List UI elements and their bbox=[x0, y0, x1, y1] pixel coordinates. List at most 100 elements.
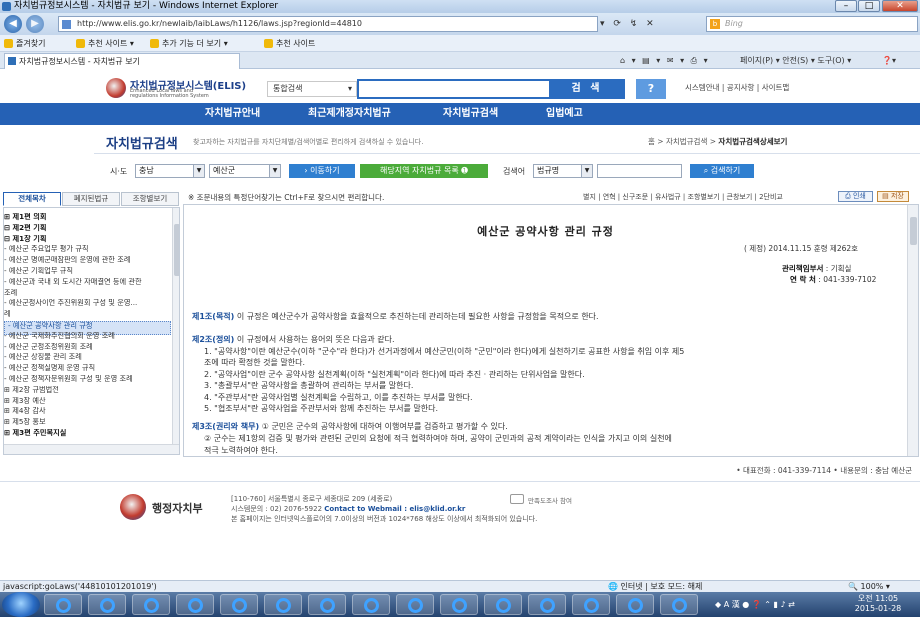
scroll-thumb[interactable] bbox=[910, 217, 917, 245]
save-button[interactable]: ▤ 저장 bbox=[877, 191, 909, 202]
taskbar-button[interactable] bbox=[616, 594, 654, 615]
tree-item[interactable]: ⊞ 제4장 감사 bbox=[4, 407, 171, 416]
help-icon[interactable]: ❓▾ bbox=[882, 52, 896, 69]
taskbar-button[interactable] bbox=[660, 594, 698, 615]
elis-logo[interactable]: 자치법규정보시스템(ELIS) Enhanced Local laws and … bbox=[106, 77, 266, 99]
document-line: 3. "총괄부서"란 공약사항을 총괄하여 관리하는 부서를 말한다. bbox=[204, 380, 916, 391]
fav-more-addons[interactable]: 추가 기능 더 보기 ▾ bbox=[150, 35, 228, 52]
tree-vertical-scrollbar[interactable] bbox=[172, 208, 179, 444]
forward-arrow-icon[interactable]: ▶ bbox=[26, 15, 44, 33]
tree-item[interactable]: 례 bbox=[4, 310, 171, 319]
tree-item[interactable]: - 예산군 국제화추진협의회 운영 조례 bbox=[4, 332, 171, 341]
taskbar-button[interactable] bbox=[572, 594, 610, 615]
sigungu-select[interactable]: 예산군 ▼ bbox=[209, 164, 281, 178]
back-arrow-icon[interactable]: ◀ bbox=[4, 15, 22, 33]
taskbar-button[interactable] bbox=[88, 594, 126, 615]
search-help-button[interactable]: ? bbox=[636, 79, 666, 99]
sido-select[interactable]: 충남 ▼ bbox=[135, 164, 205, 178]
tree-item[interactable]: - 예산군 정책실명제 운영 규칙 bbox=[4, 364, 171, 373]
fav-site-icon bbox=[264, 39, 273, 48]
taskbar-button[interactable] bbox=[220, 594, 258, 615]
keyword-input[interactable] bbox=[597, 164, 682, 178]
tab-repealed[interactable]: 폐지된법규 bbox=[62, 192, 120, 206]
tree-item[interactable]: - 예산군 주요업무 평가 규칙 bbox=[4, 245, 171, 254]
url-field[interactable]: http://www.elis.go.kr/newlaib/laibLaws/h… bbox=[58, 16, 598, 32]
doc-tool-links[interactable]: 별지 | 연혁 | 신구조문 | 유사법규 | 조항별보기 | 큰창보기 | 2… bbox=[583, 192, 783, 202]
taskbar-button[interactable] bbox=[264, 594, 302, 615]
clock[interactable]: 오전 11:05 2015-01-28 bbox=[838, 594, 918, 615]
tree-item[interactable]: - 예산군 정책자문위원회 구성 및 운영 조례 bbox=[4, 375, 171, 384]
keyword-field-select[interactable]: 법규명 ▼ bbox=[533, 164, 593, 178]
tree-item[interactable]: - 예산군정사이언 추진위원회 구성 및 운영... bbox=[4, 299, 171, 308]
chevron-down-icon: ▼ bbox=[269, 165, 280, 177]
contact-phone: 연 락 처 : 041-339-7102 bbox=[790, 274, 876, 285]
system-tray[interactable]: ◆ A 漢 ● ❓ ⌃ ▮ ♪ ⇄ bbox=[715, 594, 835, 615]
app-icon bbox=[56, 598, 71, 613]
region-list-button[interactable]: 해당지역 자치법규 목록 ➊ bbox=[360, 164, 488, 178]
webmail-link[interactable]: Contact to Webmail : elis@klid.or.kr bbox=[324, 505, 465, 513]
footer-browser-note: 본 홈페이지는 인터넷익스플로어의 7.0이상의 버전과 1024*768 해상… bbox=[231, 515, 538, 523]
tree-item[interactable]: - 예산군 기획업무 규칙 bbox=[4, 267, 171, 276]
tab-by-article[interactable]: 조항별보기 bbox=[121, 192, 179, 206]
nav-item-search[interactable]: 자치법규검색 bbox=[443, 103, 498, 125]
site-search-input[interactable] bbox=[357, 79, 549, 99]
nav-item-guide[interactable]: 자치법규안내 bbox=[205, 103, 260, 125]
url-text: http://www.elis.go.kr/newlaib/laibLaws/h… bbox=[77, 19, 362, 28]
tree-item[interactable]: - 예산군 상징물 관리 조례 bbox=[4, 353, 171, 362]
browser-tab[interactable]: 자치법규정보시스템 - 자치법규 보기 bbox=[4, 53, 240, 69]
taskbar-button[interactable] bbox=[308, 594, 346, 615]
tree-item[interactable]: ⊞ 제5장 홍보 bbox=[4, 418, 171, 427]
page-description: 찾고자하는 자치법규를 자치단체별/검색어별로 편리하게 검색하실 수 있습니다… bbox=[193, 138, 424, 146]
document-line: 적극 노력하여야 한다. bbox=[204, 445, 916, 456]
print-button[interactable]: ⎙ 인쇄 bbox=[838, 191, 873, 202]
enactment-info: ( 제정) 2014.11.15 훈령 제262호 bbox=[744, 244, 859, 253]
command-bar[interactable]: ⌂ ▾ ▤ ▾ ✉ ▾ ⎙ ▾ 페이지(P) ▾ 안전(S) ▾ 도구(O) ▾… bbox=[620, 52, 920, 69]
taskbar-button[interactable] bbox=[396, 594, 434, 615]
tree-item[interactable]: ⊟ 제1장 기획 bbox=[4, 235, 171, 244]
tree-item[interactable]: - 예산군 군정조정위원회 조례 bbox=[4, 343, 171, 352]
tree-item[interactable]: 조례 bbox=[4, 289, 171, 298]
fav-suggested-sites[interactable]: 추천 사이트 ▾ bbox=[76, 35, 134, 52]
search-scope-select[interactable]: 통합검색 ▾ bbox=[267, 81, 357, 97]
url-actions[interactable]: ▾ ⟳ ↯ ✕ bbox=[600, 16, 690, 32]
command-menu[interactable]: 페이지(P) ▾ 안전(S) ▾ 도구(O) ▾ bbox=[740, 52, 851, 69]
doc-vertical-scrollbar[interactable] bbox=[907, 205, 918, 456]
taskbar-button[interactable] bbox=[528, 594, 566, 615]
tree-item[interactable]: - 예산군 명예군매참판의 운영에 관한 조례 bbox=[4, 256, 171, 265]
tree-item[interactable]: ⊟ 제2편 기획 bbox=[4, 224, 171, 233]
article-text: 5. "협조부서"란 공약사업을 주관부서와 함께 추진하는 부서를 말한다. bbox=[204, 404, 439, 413]
taskbar-button[interactable] bbox=[440, 594, 478, 615]
tree-item[interactable]: - 예산군과 국내 외 도시간 자매결연 등에 관한 bbox=[4, 278, 171, 287]
move-button[interactable]: › 이동하기 bbox=[289, 164, 355, 178]
bing-search-input[interactable]: b Bing bbox=[706, 16, 918, 32]
ministry-logo[interactable]: 행정자치부 bbox=[120, 492, 220, 520]
tree-horizontal-scrollbar[interactable] bbox=[4, 444, 179, 454]
fav-suggested-sites-2[interactable]: 추천 사이트 bbox=[264, 35, 315, 52]
nav-item-recent[interactable]: 최근제개정자치법규 bbox=[308, 103, 391, 125]
tab-bar: 자치법규정보시스템 - 자치법규 보기 ⌂ ▾ ▤ ▾ ✉ ▾ ⎙ ▾ 페이지(… bbox=[0, 52, 920, 69]
minimize-button[interactable]: – bbox=[835, 0, 857, 12]
nav-item-notice[interactable]: 입법예고 bbox=[546, 103, 583, 125]
start-button[interactable] bbox=[2, 592, 40, 617]
article-text: 2. "공약사업"이란 군수 공약사항 실천계획(이하 "실천계획"이라 한다)… bbox=[204, 370, 585, 379]
maximize-button[interactable]: □ bbox=[858, 0, 880, 12]
tree-item[interactable]: ⊞ 제3편 주민복지실 bbox=[4, 429, 171, 438]
taskbar-button[interactable] bbox=[176, 594, 214, 615]
taskbar-button[interactable] bbox=[132, 594, 170, 615]
taskbar-button[interactable] bbox=[484, 594, 522, 615]
site-search-button[interactable]: 검 색 bbox=[549, 79, 625, 99]
taskbar-button[interactable] bbox=[44, 594, 82, 615]
tree-item[interactable]: ⊞ 제3장 예산 bbox=[4, 397, 171, 406]
tree-item[interactable]: ⊞ 제2장 규범법전 bbox=[4, 386, 171, 395]
favorites-button[interactable]: 즐겨찾기 bbox=[4, 35, 45, 52]
command-icons[interactable]: ⌂ ▾ ▤ ▾ ✉ ▾ ⎙ ▾ bbox=[620, 52, 710, 69]
app-icon bbox=[232, 598, 247, 613]
breadcrumb-path[interactable]: 홈 > 자치법규검색 > bbox=[648, 137, 716, 146]
close-window-button[interactable]: ✕ bbox=[882, 0, 918, 12]
scroll-thumb[interactable] bbox=[174, 224, 179, 276]
tree-item[interactable]: ⊞ 제1편 의회 bbox=[4, 213, 171, 222]
keyword-search-button[interactable]: ⌕ 검색하기 bbox=[690, 164, 754, 178]
tab-full-toc[interactable]: 전체목차 bbox=[3, 192, 61, 206]
taskbar-button[interactable] bbox=[352, 594, 390, 615]
top-links[interactable]: 시스템안내 | 공지사항 | 사이트맵 bbox=[685, 82, 789, 93]
